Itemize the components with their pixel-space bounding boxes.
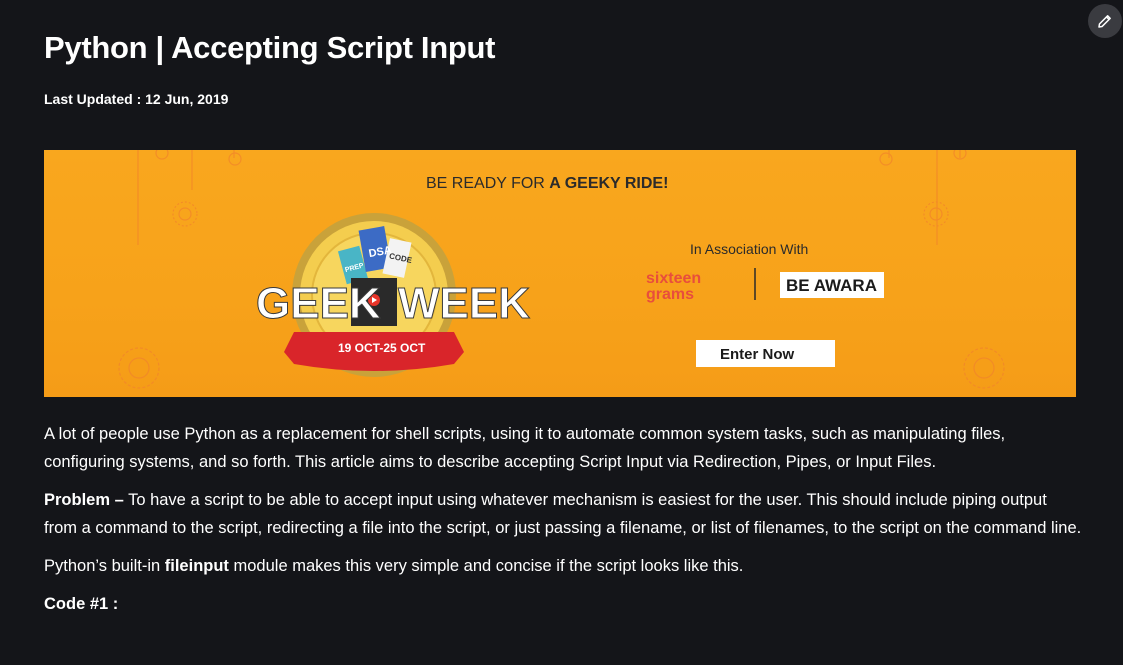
code-heading: Code #1 : (44, 595, 119, 613)
fileinput-paragraph: Python’s built-in fileinput module makes… (44, 552, 1084, 580)
edit-button[interactable] (1088, 4, 1122, 38)
intro-paragraph: A lot of people use Python as a replacem… (44, 425, 1006, 471)
page-title: Python | Accepting Script Input (44, 30, 496, 65)
fileinput-prefix: Python’s built-in (44, 557, 165, 575)
logo-geek: GEEK (256, 279, 381, 328)
sponsor-be-awara-text: BE AWARA (786, 276, 877, 295)
problem-label: Problem – (44, 491, 124, 509)
fileinput-keyword: fileinput (164, 557, 229, 575)
article-body: A lot of people use Python as a replacem… (44, 420, 1084, 628)
article-page: Python | Accepting Script Input Last Upd… (0, 0, 1123, 665)
problem-text: To have a script to be able to accept in… (44, 491, 1082, 537)
association-text: In Association With (690, 241, 808, 257)
svg-text:sixteen: sixteen (646, 270, 701, 287)
pencil-icon (1098, 15, 1111, 28)
logo-week: WEEK (398, 279, 530, 328)
svg-text:grams: grams (646, 286, 694, 303)
enter-now-label: Enter Now (720, 346, 795, 363)
banner-tagline: BE READY FOR A GEEKY RIDE! (426, 175, 668, 192)
problem-paragraph: Problem – To have a script to be able to… (44, 486, 1084, 542)
geek-week-banner[interactable]: BE READY FOR A GEEKY RIDE! DSA CODE PREP… (44, 150, 1076, 397)
ribbon-dates: 19 OCT-25 OCT (338, 341, 426, 355)
fileinput-suffix: module makes this very simple and concis… (228, 557, 744, 575)
sponsor-sixteen-grams: sixteen grams (646, 270, 701, 303)
geek-week-logo: DSA CODE PREP GEEK WEEK 19 OCT-25 OCT (256, 213, 531, 377)
last-updated: Last Updated : 12 Jun, 2019 (44, 91, 229, 107)
